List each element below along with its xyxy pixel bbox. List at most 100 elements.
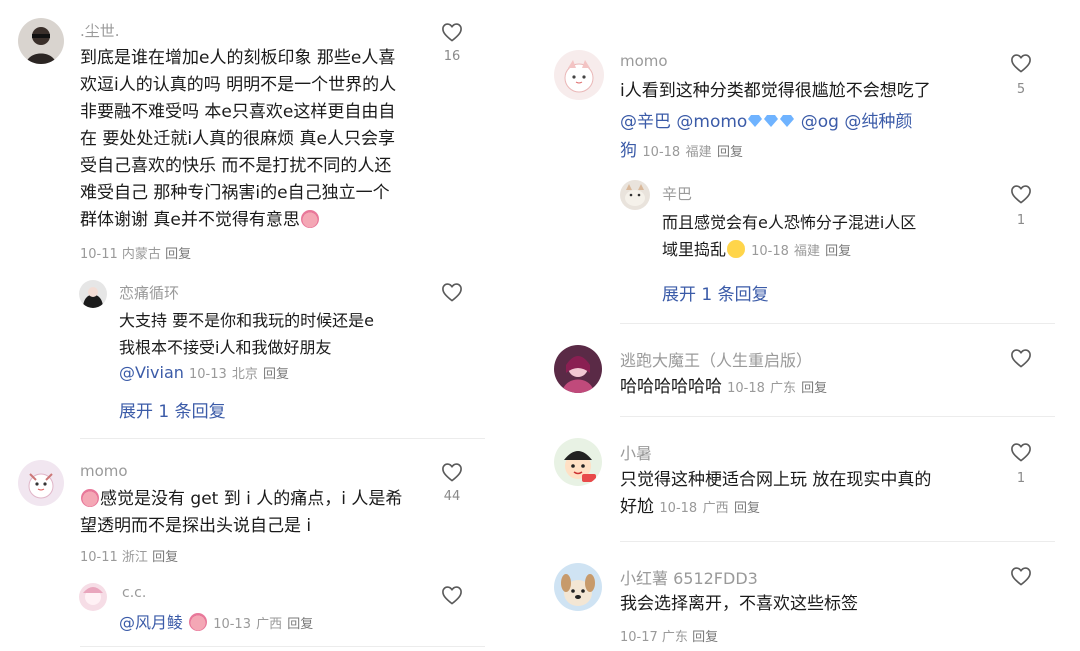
comment-username[interactable]: 小暑: [620, 440, 652, 464]
reply-date: 10-13: [189, 367, 227, 382]
comment-location: 广东: [661, 630, 688, 645]
divider: [80, 438, 485, 439]
comment-date: 10-18: [642, 145, 681, 160]
comment-meta: 10-11 浙江 回复: [80, 546, 178, 565]
comment-location: 内蒙古: [121, 247, 161, 262]
comment-username[interactable]: 逃跑大魔王（人生重启版）: [620, 347, 812, 371]
avatar[interactable]: [554, 50, 604, 100]
reply-button[interactable]: 回复: [152, 550, 178, 565]
divider: [620, 416, 1055, 417]
like-heart-icon[interactable]: [1010, 348, 1032, 368]
like-count: 1: [1016, 213, 1026, 228]
like-heart-icon[interactable]: [1010, 53, 1032, 73]
reply-location: 广西: [256, 617, 283, 632]
reply-button[interactable]: 回复: [263, 367, 289, 382]
avatar[interactable]: [554, 438, 602, 486]
reply-location: 北京: [231, 367, 258, 382]
mention-link[interactable]: @辛巴: [620, 112, 671, 132]
avatar[interactable]: [620, 180, 650, 210]
reply-username[interactable]: 恋痛循环: [119, 282, 179, 303]
like-count: 44: [443, 489, 461, 504]
comment-date: 10-18: [727, 381, 765, 396]
avatar[interactable]: [554, 345, 602, 393]
mention-link[interactable]: @momo: [676, 112, 747, 132]
reply-button[interactable]: 回复: [287, 617, 313, 632]
comment-date: 10-11: [80, 550, 118, 565]
comment-text-line: 非要融不难受吗 本e只喜欢e这样更自由自: [80, 102, 396, 122]
reply-location: 福建: [793, 244, 820, 259]
diamond-icon: [780, 115, 795, 127]
reply-button[interactable]: 回复: [734, 501, 760, 516]
comment-text-line: 在 要处处迁就i人真的很麻烦 真e人只会享: [80, 129, 395, 149]
comment-location: 福建: [685, 145, 712, 160]
like-heart-icon[interactable]: [441, 462, 463, 482]
comment-text-line: 到底是谁在增加e人的刻板印象 那些e人喜: [80, 48, 396, 68]
reply-button[interactable]: 回复: [825, 244, 851, 259]
comment-text-line: 只觉得这种梗适合网上玩 放在现实中真的: [620, 470, 932, 490]
comment-date: 10-18: [659, 501, 698, 516]
comment-date: 10-17: [620, 630, 658, 645]
reply-button[interactable]: 回复: [165, 247, 191, 262]
comment-text-line: 难受自己 那种专门祸害i的e自己独立一个: [80, 183, 390, 203]
avatar[interactable]: [18, 460, 64, 506]
like-count: 5: [1016, 82, 1026, 97]
comment-text-line: 受自己喜欢的快乐 而不是打扰不同的人还: [80, 156, 392, 176]
reply-button[interactable]: 回复: [692, 630, 718, 645]
comment-location: 广西: [702, 501, 729, 516]
expand-replies-button[interactable]: 展开 1 条回复: [119, 397, 226, 422]
avatar[interactable]: [79, 280, 107, 308]
divider: [80, 646, 485, 647]
reply-button[interactable]: 回复: [717, 145, 743, 160]
diamond-icon: [764, 115, 779, 127]
mention-link[interactable]: @Vivian: [119, 363, 184, 382]
avatar[interactable]: [554, 563, 602, 611]
laughing-emoji-icon: [189, 613, 208, 631]
reply-username[interactable]: c.c.: [122, 585, 146, 601]
comment-text: 感觉是没有 get 到 i 人的痛点，i 人是希 望透明而不是探出头说自己是 i: [80, 486, 425, 540]
comment-text: i人看到这种分类都觉得很尴尬不会想吃了 @辛巴 @momo @og @纯种颜 狗…: [620, 78, 980, 166]
like-heart-icon[interactable]: [441, 22, 463, 42]
comment-username[interactable]: .尘世.: [80, 20, 120, 41]
like-heart-icon[interactable]: [1010, 184, 1032, 204]
like-heart-icon[interactable]: [1010, 566, 1032, 586]
comment-text-line: 欢逗i人的认真的吗 明明不是一个世界的人: [80, 75, 397, 95]
smirk-emoji-icon: [727, 240, 746, 258]
comment-text: 到底是谁在增加e人的刻板印象 那些e人喜 欢逗i人的认真的吗 明明不是一个世界的…: [80, 45, 420, 234]
divider: [620, 323, 1055, 324]
comment-location: 浙江: [121, 550, 148, 565]
divider: [620, 541, 1055, 542]
comment-meta: 10-11 内蒙古 回复: [80, 243, 191, 262]
comment-text: 哈哈哈哈哈哈 10-18 广东 回复: [620, 374, 827, 401]
like-heart-icon[interactable]: [441, 282, 463, 302]
comment-meta: 10-17 广东 回复: [620, 626, 718, 645]
avatar[interactable]: [18, 18, 64, 64]
reply-button[interactable]: 回复: [801, 381, 827, 396]
comment-text-line: 群体谢谢 真e并不觉得有意思: [80, 210, 300, 230]
comment-location: 广东: [769, 381, 796, 396]
comment-text-line: 感觉是没有 get 到 i 人的痛点，i 人是希: [100, 489, 403, 509]
reply-text-line: 大支持 要不是你和我玩的时候还是e: [119, 311, 374, 330]
avatar[interactable]: [79, 583, 107, 611]
laughing-emoji-icon: [81, 489, 99, 507]
comment-text: 我会选择离开，不喜欢这些标签: [620, 594, 858, 614]
mention-link[interactable]: @纯种颜: [844, 112, 912, 132]
mention-link[interactable]: @风月鲮: [119, 613, 183, 632]
like-count: 1: [1016, 471, 1026, 486]
reply-text: 而且感觉会有e人恐怖分子混进i人区 域里捣乱 10-18 福建 回复: [662, 209, 1002, 265]
reply-meta: @风月鲮 10-13 广西 回复: [119, 609, 313, 633]
reply-text-line: 域里捣乱: [662, 240, 727, 259]
like-heart-icon[interactable]: [441, 585, 463, 605]
comment-username[interactable]: momo: [620, 52, 668, 70]
like-heart-icon[interactable]: [1010, 442, 1032, 462]
comment-username[interactable]: 小红薯 6512FDD3: [620, 565, 758, 589]
laughing-emoji-icon: [300, 210, 319, 228]
mention-link[interactable]: @og: [801, 112, 839, 132]
reply-username[interactable]: 辛巴: [662, 183, 692, 204]
mention-link[interactable]: 狗: [620, 141, 637, 161]
diamond-icon: [748, 115, 763, 127]
comment-username[interactable]: momo: [80, 462, 128, 480]
expand-replies-button[interactable]: 展开 1 条回复: [662, 280, 769, 305]
comment-text-line: 好尬: [620, 497, 654, 517]
comment-date: 10-11: [80, 247, 118, 262]
reply-meta: @Vivian 10-13 北京 回复: [119, 363, 289, 382]
